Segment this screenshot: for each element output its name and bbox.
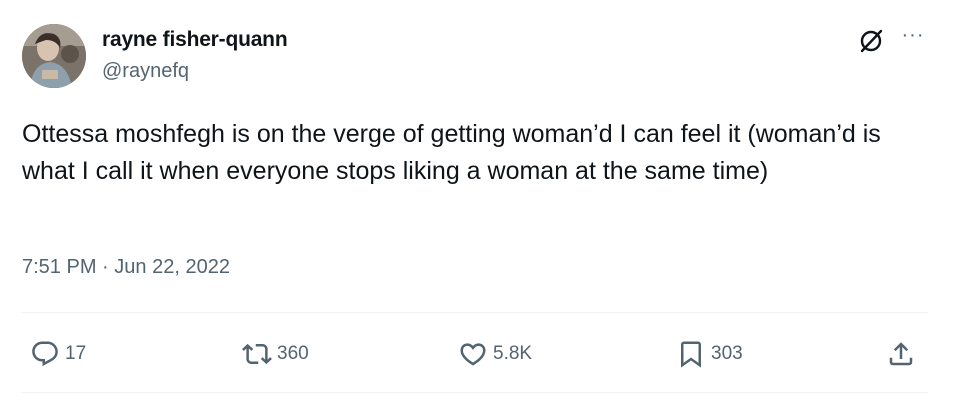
action-bar: 17 360 5.8K 303 (22, 334, 928, 374)
tweet-card: rayne fisher-quann @raynefq ··· Ottessa … (0, 0, 968, 400)
author-handle[interactable]: @raynefq (102, 60, 189, 83)
tweet-timestamp: 7:51 PM · Jun 22, 2022 (22, 256, 230, 279)
divider-bottom (22, 392, 928, 393)
bookmark-count: 303 (711, 343, 743, 364)
like-button[interactable]: 5.8K (458, 334, 532, 374)
avatar[interactable] (22, 24, 86, 88)
tweet-time[interactable]: 7:51 PM (22, 256, 96, 278)
reply-count: 17 (65, 343, 87, 364)
heart-icon (460, 343, 486, 366)
reply-button[interactable]: 17 (30, 334, 86, 374)
retweet-button[interactable]: 360 (242, 334, 309, 374)
retweet-icon (242, 343, 272, 365)
like-count: 5.8K (493, 343, 533, 364)
profile-photo-icon (22, 24, 86, 88)
grok-icon[interactable] (856, 26, 886, 56)
retweet-count: 360 (277, 343, 309, 364)
share-button[interactable] (886, 334, 916, 374)
bookmark-icon (681, 341, 701, 368)
timestamp-separator: · (102, 256, 109, 278)
author-display-name[interactable]: rayne fisher-quann (102, 28, 288, 52)
share-icon (889, 342, 913, 366)
more-options-icon[interactable]: ··· (898, 25, 928, 56)
tweet-date[interactable]: Jun 22, 2022 (114, 256, 230, 278)
bookmark-button[interactable]: 303 (676, 334, 743, 374)
divider-top (22, 312, 928, 313)
reply-icon (32, 341, 58, 367)
tweet-text: Ottessa moshfegh is on the verge of gett… (22, 120, 881, 185)
